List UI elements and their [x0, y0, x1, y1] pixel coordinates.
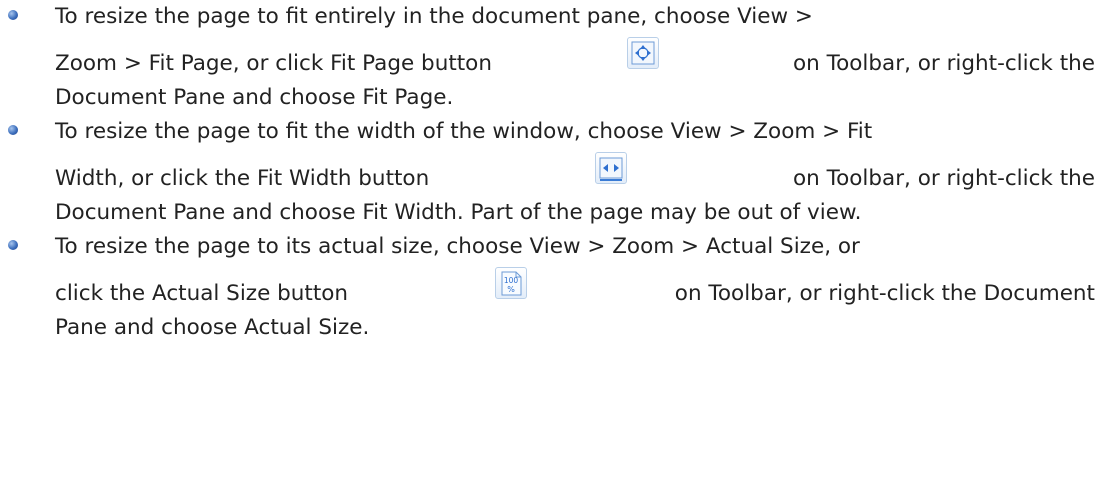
- fit-width-icon[interactable]: [595, 152, 628, 184]
- list-item-text: on Toolbar, or right-click the: [793, 51, 1095, 76]
- list-item-line: To resize the page to fit the width of t…: [55, 119, 1095, 145]
- svg-text:100: 100: [504, 276, 519, 285]
- actual-size-icon[interactable]: 100 %: [495, 267, 528, 299]
- fit-page-icon[interactable]: [626, 37, 659, 69]
- list-item-line: Document Pane and choose Fit Page.: [55, 85, 454, 110]
- list-item-line: Width, or click the Fit Width button on …: [55, 152, 1095, 192]
- list-item-line: Pane and choose Actual Size.: [55, 315, 370, 340]
- bullet-icon: [8, 125, 18, 135]
- list-item-text: on Toolbar, or right-click the: [793, 166, 1095, 191]
- list-item-text: Zoom > Fit Page, or click Fit Page butto…: [55, 51, 492, 76]
- list-item-line: click the Actual Size button 100 % on To…: [55, 267, 1095, 307]
- svg-text:%: %: [508, 285, 516, 294]
- list-item-text: To resize the page to fit the width of t…: [55, 119, 873, 144]
- bullet-list: To resize the page to fit entirely in th…: [0, 0, 1115, 491]
- list-item-text: Width, or click the Fit Width button: [55, 166, 430, 191]
- bullet-icon: [8, 10, 18, 20]
- list-item-text: click the Actual Size button: [55, 281, 349, 306]
- bullet-icon: [8, 240, 18, 250]
- list-item-line: Zoom > Fit Page, or click Fit Page butto…: [55, 37, 1095, 77]
- list-item-line: Document Pane and choose Fit Width. Part…: [55, 200, 862, 225]
- list-item-line: To resize the page to its actual size, c…: [55, 234, 860, 259]
- list-item-line: To resize the page to fit entirely in th…: [55, 4, 813, 29]
- list-item-text: on Toolbar, or right-click the Document: [674, 281, 1095, 306]
